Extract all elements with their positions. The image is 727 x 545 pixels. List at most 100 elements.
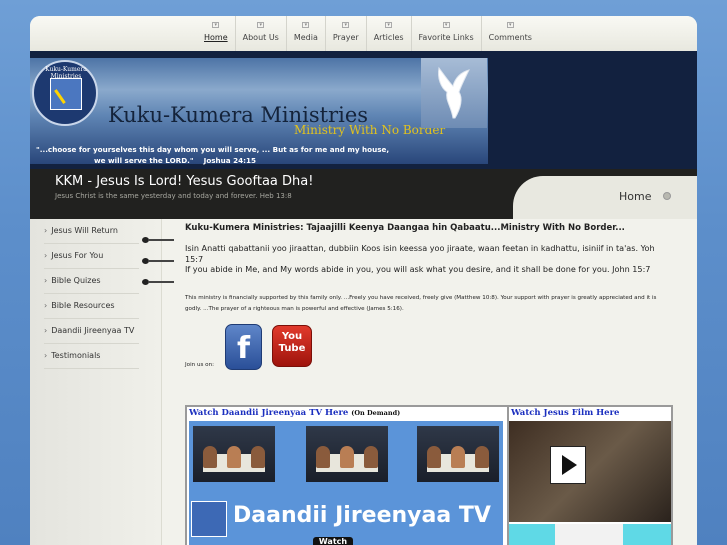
sidebar-item-testimonials[interactable]: › Testimonials xyxy=(44,344,139,369)
support-note: This ministry is financially supported b… xyxy=(185,295,657,312)
nav-label: Home xyxy=(204,33,228,42)
quote-line-1: "...choose for yourselves this day whom … xyxy=(36,145,390,154)
sidebar-item-label: Testimonials xyxy=(51,351,101,360)
video-thumbnail[interactable] xyxy=(193,426,275,482)
banner-quote: "...choose for yourselves this day whom … xyxy=(36,144,486,166)
home-tab-label: Home xyxy=(619,190,652,203)
header: Kuku-Kumera Ministries Kuku-Kumera Minis… xyxy=(30,51,697,169)
person-figure xyxy=(340,446,354,468)
play-icon[interactable] xyxy=(550,446,586,484)
nav-prayer[interactable]: ▾ Prayer xyxy=(324,16,366,51)
arrow-icon: › xyxy=(44,276,48,285)
sidebar-item-label: Bible Quizes xyxy=(51,276,101,285)
daandii-tv-heading[interactable]: Watch Daandii Jireenyaa TV Here (On Dema… xyxy=(187,407,505,421)
arrow-icon: › xyxy=(44,301,48,310)
nav-articles[interactable]: ▾ Articles xyxy=(365,16,411,51)
ministry-logo-small xyxy=(191,501,227,537)
video-thumbnail[interactable] xyxy=(306,426,388,482)
sidebar-item-label: Jesus For You xyxy=(51,251,104,260)
nav-media[interactable]: ▾ Media xyxy=(285,16,325,51)
daandii-tv-heading-text: Watch Daandii Jireenyaa TV Here xyxy=(189,408,349,418)
jesus-film-panel: Watch Jesus Film Here xyxy=(507,407,673,545)
home-tab-icon xyxy=(663,192,671,200)
nav-icon: ▾ xyxy=(342,22,350,28)
binder-ring xyxy=(142,258,178,264)
nav-icon: ▾ xyxy=(506,22,514,28)
sidebar-item-daandii-jireenyaa-tv[interactable]: › Daandii Jireenyaa TV xyxy=(44,319,139,344)
title-band: KKM - Jesus Is Lord! Yesus Gooftaa Dha! … xyxy=(30,169,697,219)
arrow-icon: › xyxy=(44,326,48,335)
nav-comments[interactable]: ▾ Comments xyxy=(480,16,539,51)
nav-home[interactable]: ▾ Home xyxy=(197,16,235,51)
person-figure xyxy=(203,446,217,468)
video-thumbnail[interactable] xyxy=(417,426,499,482)
arrow-icon: › xyxy=(44,226,48,235)
verse-oromo: Isin Anatti qabattanii yoo jiraattan, du… xyxy=(185,243,655,264)
youtube-tube: Tube xyxy=(278,343,306,354)
youtube-icon[interactable]: You Tube xyxy=(272,325,312,367)
dove-image xyxy=(421,58,487,128)
quote-line-2-text: we will serve the LORD." xyxy=(94,156,194,165)
person-figure xyxy=(316,446,330,468)
nav-label: Media xyxy=(293,33,318,42)
quote-line-2: we will serve the LORD." Joshua 24:15 xyxy=(36,155,486,166)
nav-label: Articles xyxy=(373,33,404,42)
nav-favorite-links[interactable]: ▾ Favorite Links xyxy=(410,16,481,51)
verse-english: If you abide in Me, and My words abide i… xyxy=(185,264,651,274)
daandii-tv-brand: Daandii Jireenyaa TV xyxy=(233,503,491,528)
arrow-icon: › xyxy=(44,351,48,360)
video-section: Watch Daandii Jireenyaa TV Here (On Dema… xyxy=(185,405,673,545)
daandii-tv-player[interactable]: Daandii Jireenyaa TV Watch xyxy=(189,421,503,545)
top-nav: ▾ Home ▾ About Us ▾ Media ▾ Prayer ▾ Articles… xyxy=(30,16,697,51)
sidebar-item-label: Bible Resources xyxy=(51,301,115,310)
site-tagline: Jesus Christ is the same yesterday and t… xyxy=(55,192,292,200)
on-demand-note: (On Demand) xyxy=(351,409,401,417)
ring-wire xyxy=(148,260,174,262)
ring-wire xyxy=(148,281,174,283)
sidebar-item-label: Jesus Will Return xyxy=(51,226,118,235)
nav-icon: ▾ xyxy=(212,22,220,28)
jesus-film-player[interactable] xyxy=(509,421,671,522)
binder-rings xyxy=(142,219,178,299)
facebook-icon[interactable]: f xyxy=(225,324,262,370)
binder-ring xyxy=(142,279,178,285)
person-figure xyxy=(427,446,441,468)
banner-image: Kuku-Kumera Ministries Kuku-Kumera Minis… xyxy=(30,58,488,166)
nav-label: Favorite Links xyxy=(418,33,474,42)
cross-icon xyxy=(50,78,82,110)
join-us-label: Join us on: xyxy=(185,362,215,368)
ministry-seal-logo: Kuku-Kumera Ministries xyxy=(32,60,98,126)
site-headline: KKM - Jesus Is Lord! Yesus Gooftaa Dha! xyxy=(55,174,314,189)
person-figure xyxy=(227,446,241,468)
nav-label: Prayer xyxy=(332,33,359,42)
verse-block: Isin Anatti qabattanii yoo jiraattan, du… xyxy=(185,243,665,275)
nav-label: Comments xyxy=(488,33,532,42)
sidebar-item-label: Daandii Jireenyaa TV xyxy=(51,326,135,335)
watch-button[interactable]: Watch xyxy=(313,537,353,545)
nav-icon: ▾ xyxy=(302,22,310,28)
main-title: Kuku-Kumera Ministries: Tajaajilli Keeny… xyxy=(185,223,625,233)
ring-wire xyxy=(148,239,174,241)
page: ▾ Home ▾ About Us ▾ Media ▾ Prayer ▾ Articles… xyxy=(30,16,697,545)
sidebar-item-bible-resources[interactable]: › Bible Resources xyxy=(44,294,139,319)
nav-icon: ▾ xyxy=(385,22,393,28)
person-figure xyxy=(364,446,378,468)
nav-icon: ▾ xyxy=(442,22,450,28)
nav-label: About Us xyxy=(242,33,279,42)
jesus-film-heading[interactable]: Watch Jesus Film Here xyxy=(509,407,673,421)
sidebar-item-jesus-for-you[interactable]: › Jesus For You xyxy=(44,244,139,269)
sidebar-item-bible-quizes[interactable]: › Bible Quizes xyxy=(44,269,139,294)
nav-icon: ▾ xyxy=(257,22,265,28)
sidebar-item-jesus-will-return[interactable]: › Jesus Will Return xyxy=(44,219,139,244)
daandii-tv-panel: Watch Daandii Jireenyaa TV Here (On Dema… xyxy=(187,407,505,545)
nav-about-us[interactable]: ▾ About Us xyxy=(234,16,286,51)
jesus-film-thumbnail[interactable] xyxy=(509,524,671,545)
binder-ring xyxy=(142,237,178,243)
home-tab[interactable]: Home xyxy=(513,176,697,219)
person-figure xyxy=(251,446,265,468)
person-figure xyxy=(451,446,465,468)
person-figure xyxy=(475,446,489,468)
youtube-you: You xyxy=(281,331,303,342)
arrow-icon: › xyxy=(44,251,48,260)
dove-icon xyxy=(438,66,470,119)
